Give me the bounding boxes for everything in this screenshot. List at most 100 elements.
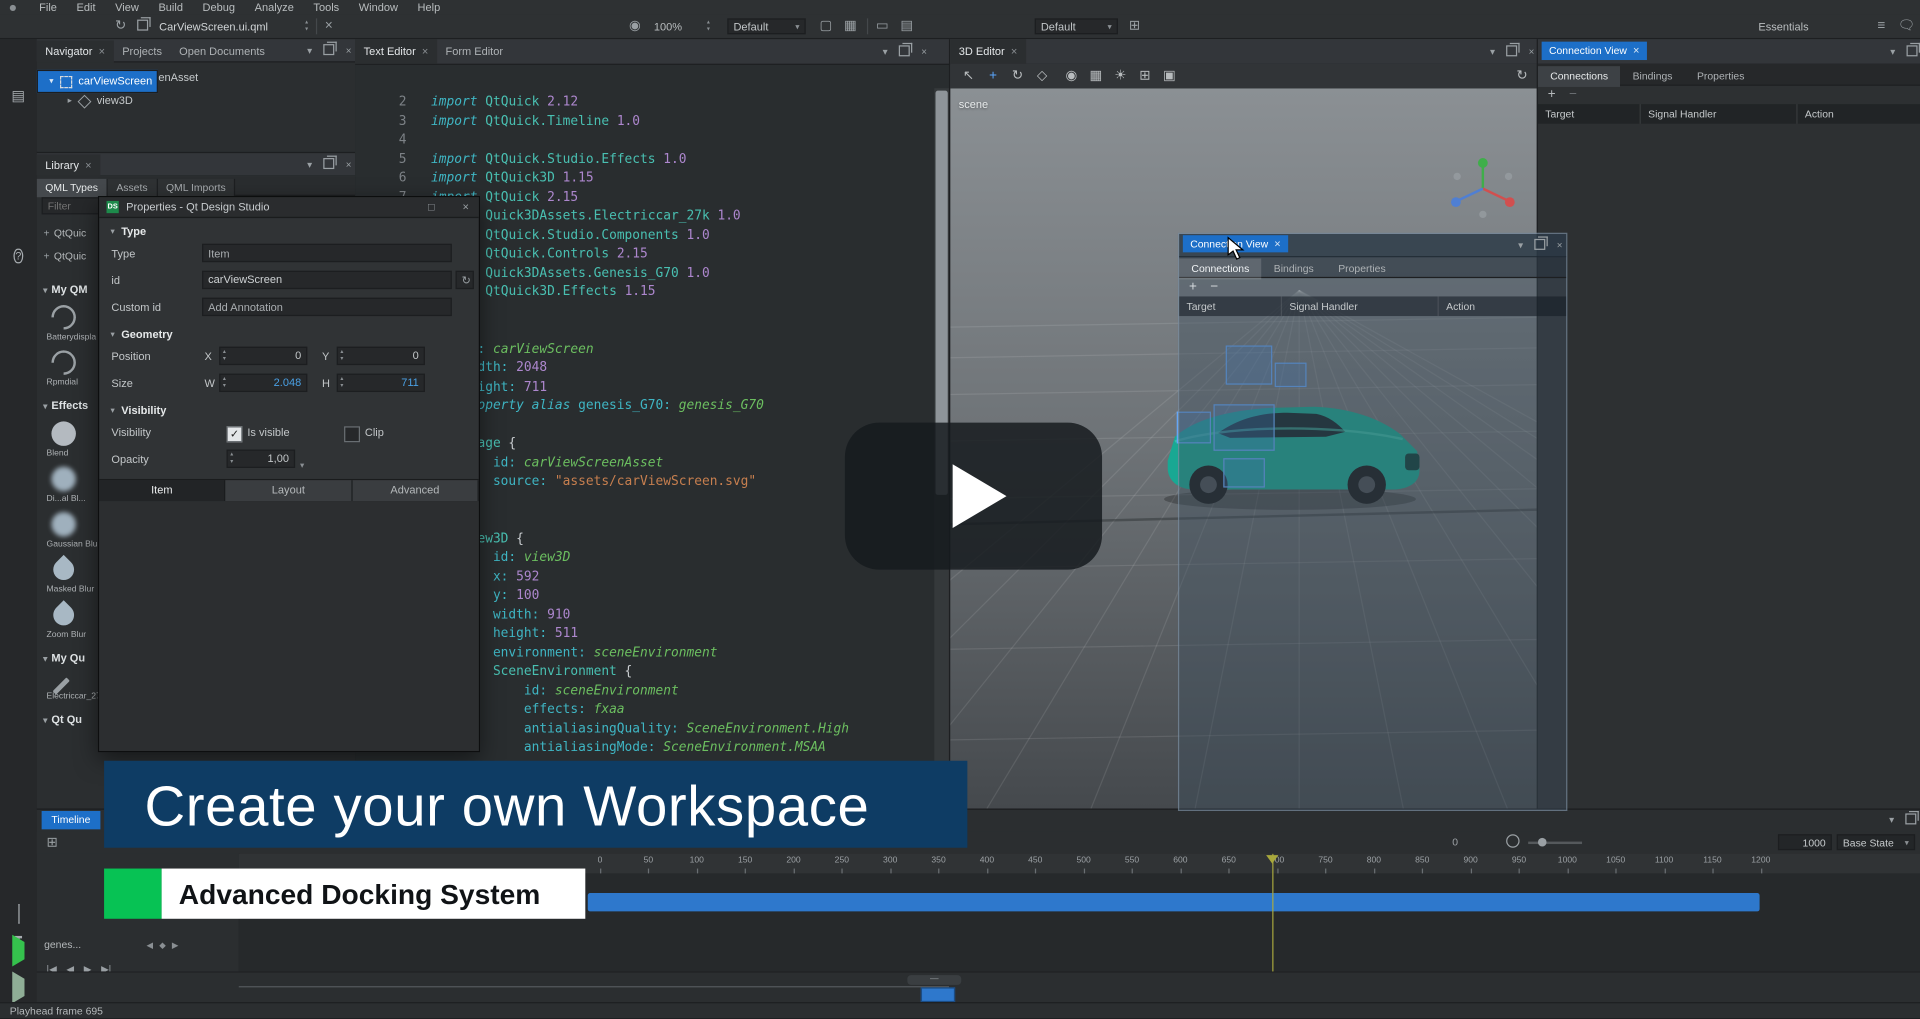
frame-icon[interactable]: ▭	[874, 18, 890, 34]
popout-icon[interactable]	[323, 158, 334, 169]
axis-gizmo[interactable]	[1444, 154, 1522, 225]
add-frame-icon[interactable]: ⊞	[1127, 18, 1143, 34]
close-icon[interactable]: ×	[422, 45, 428, 57]
timeline-playhead[interactable]	[1272, 854, 1273, 972]
tab-advanced[interactable]: Advanced	[352, 480, 479, 501]
reset-view-icon[interactable]: ↻	[1513, 67, 1530, 84]
grid-toggle-icon[interactable]: ▦	[842, 18, 858, 34]
close-document-icon[interactable]: ×	[321, 18, 337, 34]
keyframe-nav-1[interactable]: ◆	[159, 937, 166, 957]
light-toggle-icon[interactable]: ☀	[1112, 67, 1129, 84]
plus-icon[interactable]: +	[39, 245, 54, 268]
keyframe-nav-2[interactable]: ▶	[172, 937, 179, 957]
tab-timeline[interactable]: Timeline	[42, 811, 101, 829]
tab-qml-imports[interactable]: QML Imports	[157, 179, 235, 197]
rows-icon[interactable]: ▤	[899, 18, 915, 34]
spinner-arrows[interactable]: ▴▾	[223, 348, 226, 363]
timeline-zoom-slider[interactable]	[1528, 842, 1582, 844]
tab-form-editor[interactable]: Form Editor	[437, 39, 512, 64]
snap-toggle-icon[interactable]: ▣	[1161, 67, 1178, 84]
chevron-down-icon[interactable]: ▾	[883, 45, 888, 60]
document-stepper[interactable]: ▴▾	[301, 18, 312, 34]
select-tool-icon[interactable]: ↖	[960, 67, 977, 84]
add-timeline-icon[interactable]: ⊞	[47, 834, 58, 850]
close-icon[interactable]: ×	[99, 45, 105, 57]
chevron-down-icon[interactable]: ▾	[1518, 239, 1523, 254]
zoom-icon[interactable]	[1506, 834, 1519, 847]
tune-icon[interactable]: ≡	[1873, 18, 1889, 34]
tab-projects[interactable]: Projects	[114, 40, 171, 62]
close-icon[interactable]: ×	[1274, 238, 1280, 250]
design-mode-icon[interactable]	[9, 164, 29, 184]
chevron-down-icon[interactable]: ▾	[307, 44, 312, 59]
close-icon[interactable]: ×	[463, 197, 469, 217]
slider-thumb[interactable]	[1538, 838, 1547, 847]
spinner-arrows[interactable]: ▴▾	[340, 348, 343, 363]
plus-icon[interactable]: +	[39, 222, 54, 245]
fit-canvas-icon[interactable]: ▢	[818, 18, 834, 34]
position-y-spinner[interactable]: ▴▾0	[337, 347, 425, 365]
chat-icon[interactable]: 🗨	[1898, 18, 1914, 34]
chevron-down-icon[interactable]: ▾	[1490, 45, 1495, 60]
canvas-preset-select[interactable]: Default▾	[727, 18, 805, 34]
id-input[interactable]	[202, 271, 452, 289]
menu-item-view[interactable]: View	[105, 0, 148, 15]
floating-connection-view[interactable]: Connection View× ▾ × ConnectionsBindings…	[1178, 233, 1567, 811]
timeline-end-frame[interactable]: 1000	[1778, 834, 1832, 850]
maximize-icon[interactable]: □	[428, 197, 435, 217]
open-document-title[interactable]: CarViewScreen.ui.qml	[159, 21, 268, 33]
collapse-handle[interactable]: —	[907, 975, 961, 985]
position-x-spinner[interactable]: ▴▾0	[219, 347, 307, 365]
document-history-icon[interactable]: ↻	[113, 18, 129, 34]
style-preset-select[interactable]: Default▾	[1035, 18, 1118, 34]
tree-item-carviewscreen[interactable]: ▾carViewScreen	[37, 70, 159, 93]
caret-icon[interactable]: ▾	[45, 70, 57, 93]
menu-item-analyze[interactable]: Analyze	[245, 0, 304, 15]
spinner-arrows[interactable]: ▴▾	[340, 375, 343, 390]
popout-icon[interactable]	[1534, 239, 1545, 250]
menu-item-debug[interactable]: Debug	[193, 0, 245, 15]
add-connection-button[interactable]: +	[1548, 87, 1556, 102]
close-icon[interactable]: ×	[346, 44, 352, 59]
spinner-arrows[interactable]: ▴▾	[223, 375, 226, 390]
kit-selector-icon[interactable]	[9, 904, 29, 924]
edit-mode-icon[interactable]	[9, 125, 29, 145]
spinner-arrows[interactable]: ▴▾	[230, 451, 233, 466]
section-geometry[interactable]: ▾Geometry	[99, 325, 479, 346]
popout-icon[interactable]	[899, 45, 910, 56]
tab-text-editor[interactable]: Text Editor×	[355, 39, 437, 64]
close-icon[interactable]: ×	[1633, 44, 1639, 56]
menu-item-tools[interactable]: Tools	[304, 0, 349, 15]
zoom-stepper[interactable]: ▴▾	[703, 18, 714, 34]
timeline-track-row[interactable]: genes... ◀◆▶	[44, 935, 178, 955]
remove-connection-button[interactable]: −	[1210, 279, 1218, 294]
tab-3d-editor[interactable]: 3D Editor×	[950, 39, 1026, 64]
is-visible-checkbox[interactable]: ✓	[227, 426, 243, 442]
rotate-tool-icon[interactable]: ↻	[1009, 67, 1026, 84]
close-icon[interactable]: ×	[85, 159, 91, 171]
fit-selected-icon[interactable]: ◉	[1063, 67, 1080, 84]
projects-mode-icon[interactable]	[9, 203, 29, 223]
state-selector[interactable]: Base State▾	[1837, 834, 1915, 850]
close-icon[interactable]: ×	[346, 158, 352, 173]
menu-item-edit[interactable]: Edit	[67, 0, 106, 15]
section-visibility[interactable]: ▾Visibility	[99, 401, 479, 422]
split-document-icon[interactable]	[135, 18, 151, 34]
keyframe-nav-0[interactable]: ◀	[146, 937, 153, 957]
reset-id-icon[interactable]: ↻	[456, 271, 474, 289]
run-preview-icon[interactable]: ◉	[627, 18, 643, 34]
close-icon[interactable]: ×	[921, 45, 927, 60]
type-value-field[interactable]: Item	[202, 244, 452, 262]
chevron-down-icon[interactable]: ▾	[300, 456, 304, 477]
tab-layout[interactable]: Layout	[226, 480, 353, 501]
grid-toggle-icon[interactable]: ⊞	[1136, 67, 1153, 84]
menu-item-help[interactable]: Help	[408, 0, 450, 15]
chevron-down-icon[interactable]: ▾	[307, 158, 312, 173]
popout-icon[interactable]	[323, 44, 334, 55]
chevron-down-icon[interactable]: ▾	[1890, 45, 1895, 60]
run-button[interactable]	[9, 941, 29, 961]
opacity-spinner[interactable]: ▴▾1,00	[227, 450, 296, 468]
menu-item-file[interactable]: File	[29, 0, 66, 15]
tab-navigator[interactable]: Navigator×	[37, 40, 114, 62]
file-mode-icon[interactable]: ▤	[9, 86, 29, 106]
